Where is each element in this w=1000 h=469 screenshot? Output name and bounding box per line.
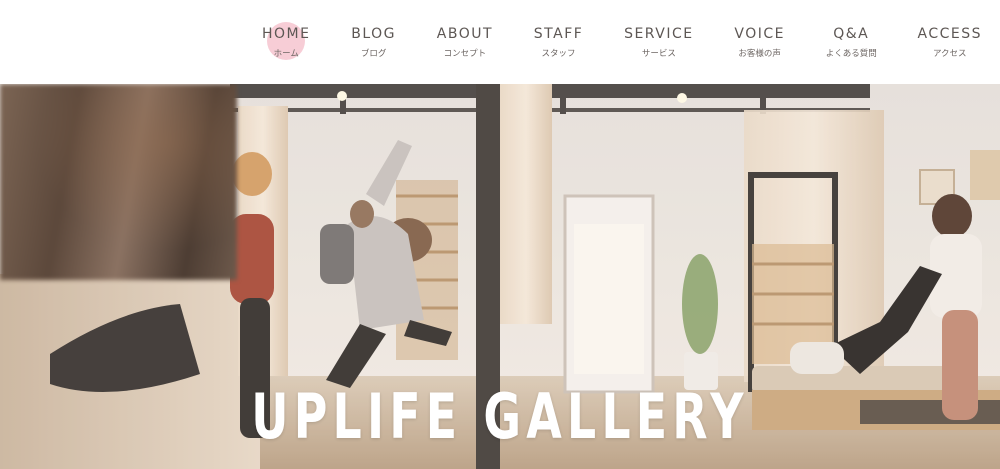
nav-label: SERVICE — [624, 26, 694, 42]
nav-item-access[interactable]: ACCESS アクセス — [917, 0, 982, 84]
nav-item-staff[interactable]: STAFF スタッフ — [534, 0, 584, 84]
nav-label: BLOG — [351, 26, 397, 42]
nav-item-qa[interactable]: Q&A よくある質問 — [826, 0, 877, 84]
nav-item-blog[interactable]: BLOG ブログ — [351, 0, 396, 84]
hero-section: UPLIFE GALLERY — [0, 84, 1000, 469]
hero-title: UPLIFE GALLERY — [251, 380, 749, 453]
nav-sublabel: スタッフ — [541, 49, 576, 59]
nav-sublabel: お客様の声 — [738, 49, 781, 59]
nav-item-home[interactable]: HOME ホーム — [262, 0, 310, 84]
main-nav: HOME ホーム BLOG ブログ ABOUT コンセプト STAFF スタッフ… — [262, 0, 982, 84]
nav-label: Q&A — [833, 26, 870, 42]
nav-sublabel: アクセス — [932, 49, 967, 59]
nav-sublabel: コンセプト — [443, 49, 487, 59]
nav-label: HOME — [262, 26, 311, 42]
nav-sublabel: ブログ — [360, 49, 387, 59]
nav-sublabel: よくある質問 — [825, 49, 877, 59]
nav-sublabel: ホーム — [273, 49, 299, 59]
nav-label: ABOUT — [436, 26, 494, 42]
page: HOME ホーム BLOG ブログ ABOUT コンセプト STAFF スタッフ… — [0, 0, 1000, 469]
header: HOME ホーム BLOG ブログ ABOUT コンセプト STAFF スタッフ… — [0, 0, 1000, 84]
blurred-overlay-panel — [0, 84, 237, 280]
nav-item-voice[interactable]: VOICE お客様の声 — [734, 0, 785, 84]
nav-item-about[interactable]: ABOUT コンセプト — [437, 0, 493, 84]
nav-label: ACCESS — [917, 26, 982, 42]
nav-sublabel: サービス — [641, 49, 676, 59]
nav-label: VOICE — [734, 26, 785, 42]
nav-item-service[interactable]: SERVICE サービス — [624, 0, 694, 84]
nav-label: STAFF — [533, 26, 584, 42]
